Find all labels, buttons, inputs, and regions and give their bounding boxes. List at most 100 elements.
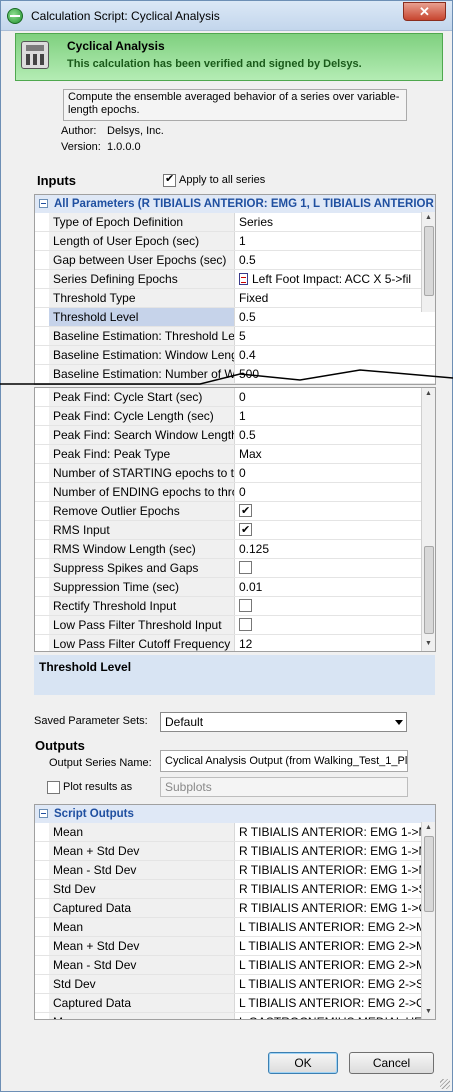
output-row[interactable]: Mean + Std Dev R TIBIALIS ANTERIOR: EMG 1… bbox=[35, 842, 435, 861]
param-row[interactable]: Length of User Epoch (sec) 1 bbox=[35, 232, 435, 251]
output-row[interactable]: Std Dev L TIBIALIS ANTERIOR: EMG 2->Std bbox=[35, 975, 435, 994]
param-value[interactable] bbox=[235, 597, 435, 615]
output-row[interactable]: Std Dev R TIBIALIS ANTERIOR: EMG 1->Std bbox=[35, 880, 435, 899]
output-value[interactable]: R TIBIALIS ANTERIOR: EMG 1->Me bbox=[235, 823, 435, 841]
param-row[interactable]: Number of STARTING epochs to th 0 bbox=[35, 464, 435, 483]
param-row[interactable]: Baseline Estimation: Number of Wi 500 bbox=[35, 365, 435, 384]
param-checkbox[interactable] bbox=[239, 618, 252, 632]
param-row[interactable]: Suppress Spikes and Gaps bbox=[35, 559, 435, 578]
param-value[interactable] bbox=[235, 616, 435, 634]
scroll-thumb[interactable] bbox=[424, 226, 434, 296]
close-button[interactable]: ✕ bbox=[403, 2, 446, 21]
param-name: Peak Find: Cycle Start (sec) bbox=[49, 388, 235, 406]
scroll-thumb[interactable] bbox=[424, 836, 434, 912]
plot-type-dropdown[interactable]: Subplots bbox=[160, 777, 408, 797]
param-row[interactable]: Rectify Threshold Input bbox=[35, 597, 435, 616]
title-bar[interactable]: Calculation Script: Cyclical Analysis ✕ bbox=[1, 1, 452, 31]
output-value[interactable]: R TIBIALIS ANTERIOR: EMG 1->Me bbox=[235, 842, 435, 860]
param-value[interactable]: Series bbox=[235, 213, 435, 231]
output-row[interactable]: Captured Data R TIBIALIS ANTERIOR: EMG 1-… bbox=[35, 899, 435, 918]
param-value[interactable]: 0.5 bbox=[235, 426, 435, 444]
param-row[interactable]: Suppression Time (sec) 0.01 bbox=[35, 578, 435, 597]
param-row[interactable]: Low Pass Filter Threshold Input bbox=[35, 616, 435, 635]
output-value[interactable]: L TIBIALIS ANTERIOR: EMG 2->Me bbox=[235, 918, 435, 936]
cancel-button[interactable]: Cancel bbox=[349, 1052, 434, 1074]
ok-button[interactable]: OK bbox=[268, 1052, 338, 1074]
collapse-icon[interactable] bbox=[39, 199, 48, 209]
param-checkbox[interactable] bbox=[239, 561, 252, 575]
param-checkbox[interactable] bbox=[239, 521, 252, 539]
param-value[interactable]: 0.4 bbox=[235, 346, 435, 364]
param-row[interactable]: Threshold Type Fixed bbox=[35, 289, 435, 308]
param-value[interactable]: 0 bbox=[235, 388, 435, 406]
param-row[interactable]: Peak Find: Search Window Length 0.5 bbox=[35, 426, 435, 445]
collapse-icon[interactable] bbox=[39, 809, 48, 819]
param-value[interactable]: 0 bbox=[235, 483, 435, 501]
param-row[interactable]: Baseline Estimation: Threshold Lev 5 bbox=[35, 327, 435, 346]
output-value[interactable]: R TIBIALIS ANTERIOR: EMG 1->Ca bbox=[235, 899, 435, 917]
output-row[interactable]: Mean R TIBIALIS ANTERIOR: EMG 1->Me bbox=[35, 823, 435, 842]
param-value[interactable]: 0.125 bbox=[235, 540, 435, 558]
param-value[interactable]: 0 bbox=[235, 464, 435, 482]
param-row[interactable]: Baseline Estimation: Window Lengt 0.4 bbox=[35, 346, 435, 365]
scroll-thumb[interactable] bbox=[424, 546, 434, 634]
output-row[interactable]: Mean - Std Dev R TIBIALIS ANTERIOR: EMG 1… bbox=[35, 861, 435, 880]
scroll-up-icon[interactable]: ▲ bbox=[422, 212, 435, 224]
param-value[interactable]: 5 bbox=[235, 327, 435, 345]
param-row[interactable]: RMS Input bbox=[35, 521, 435, 540]
outputs-scrollbar[interactable]: ▲ ▼ bbox=[421, 822, 435, 1019]
param-row[interactable]: Peak Find: Cycle Length (sec) 1 bbox=[35, 407, 435, 426]
param-value[interactable] bbox=[235, 559, 435, 577]
output-value[interactable]: L TIBIALIS ANTERIOR: EMG 2->Me bbox=[235, 956, 435, 974]
param-row[interactable]: Series Defining Epochs Left Foot Impact: … bbox=[35, 270, 435, 289]
output-value[interactable]: L TIBIALIS ANTERIOR: EMG 2->Std bbox=[235, 975, 435, 993]
apply-all-checkbox[interactable] bbox=[163, 172, 176, 187]
param-row[interactable]: RMS Window Length (sec) 0.125 bbox=[35, 540, 435, 559]
output-name-field[interactable]: Cyclical Analysis Output (from Walking_T… bbox=[160, 750, 408, 772]
param-row[interactable]: Number of ENDING epochs to thro 0 bbox=[35, 483, 435, 502]
output-row[interactable]: Mean - Std Dev L TIBIALIS ANTERIOR: EMG 2… bbox=[35, 956, 435, 975]
resize-grip[interactable] bbox=[440, 1079, 450, 1089]
param-row[interactable]: Type of Epoch Definition Series bbox=[35, 213, 435, 232]
script-outputs-header[interactable]: Script Outputs bbox=[35, 805, 435, 823]
parameters-group-header[interactable]: All Parameters (R TIBIALIS ANTERIOR: EMG… bbox=[35, 195, 435, 213]
param-value[interactable]: 0.5 bbox=[235, 251, 435, 269]
param-row[interactable]: Threshold Level 0.5 bbox=[35, 308, 435, 327]
output-value[interactable]: L TIBIALIS ANTERIOR: EMG 2->Cap bbox=[235, 994, 435, 1012]
parameters-scrollbar-bottom[interactable]: ▲ ▼ bbox=[421, 388, 435, 651]
output-row[interactable]: Mean + Std Dev L TIBIALIS ANTERIOR: EMG 2… bbox=[35, 937, 435, 956]
saved-sets-dropdown[interactable]: Default bbox=[160, 712, 407, 732]
param-value[interactable] bbox=[235, 502, 435, 520]
param-value[interactable]: Max bbox=[235, 445, 435, 463]
param-checkbox[interactable] bbox=[239, 502, 252, 520]
param-value[interactable]: 1 bbox=[235, 232, 435, 250]
output-value[interactable]: L TIBIALIS ANTERIOR: EMG 2->Me bbox=[235, 937, 435, 955]
param-value[interactable]: Left Foot Impact: ACC X 5->fil bbox=[235, 270, 435, 288]
scroll-up-icon[interactable]: ▲ bbox=[422, 822, 435, 834]
scroll-down-icon[interactable]: ▼ bbox=[422, 1006, 435, 1018]
output-value[interactable]: L GASTROCNEMIUS MEDIAL HEAD bbox=[235, 1013, 435, 1019]
output-value[interactable]: R TIBIALIS ANTERIOR: EMG 1->Me bbox=[235, 861, 435, 879]
param-row[interactable]: Low Pass Filter Cutoff Frequency (H 12 bbox=[35, 635, 435, 651]
param-value[interactable]: 0.5 bbox=[235, 308, 435, 326]
param-value[interactable]: 1 bbox=[235, 407, 435, 425]
param-value[interactable]: 0.01 bbox=[235, 578, 435, 596]
param-checkbox[interactable] bbox=[239, 599, 252, 613]
param-value[interactable] bbox=[235, 521, 435, 539]
scroll-up-icon[interactable]: ▲ bbox=[422, 388, 435, 400]
scroll-down-icon[interactable]: ▼ bbox=[422, 638, 435, 650]
output-row[interactable]: Captured Data L TIBIALIS ANTERIOR: EMG 2-… bbox=[35, 994, 435, 1013]
parameters-scrollbar-top[interactable]: ▲ bbox=[421, 212, 435, 312]
output-value[interactable]: R TIBIALIS ANTERIOR: EMG 1->Std bbox=[235, 880, 435, 898]
param-value[interactable]: 12 bbox=[235, 635, 435, 651]
param-row[interactable]: Peak Find: Peak Type Max bbox=[35, 445, 435, 464]
output-row[interactable]: Mean L TIBIALIS ANTERIOR: EMG 2->Me bbox=[35, 918, 435, 937]
param-row[interactable]: Remove Outlier Epochs bbox=[35, 502, 435, 521]
param-value[interactable]: 500 bbox=[235, 365, 435, 383]
plot-results-checkbox[interactable] bbox=[47, 781, 60, 794]
param-value[interactable]: Fixed bbox=[235, 289, 435, 307]
param-row[interactable]: Peak Find: Cycle Start (sec) 0 bbox=[35, 388, 435, 407]
param-name: Threshold Type bbox=[49, 289, 235, 307]
output-row[interactable]: Mean L GASTROCNEMIUS MEDIAL HEAD bbox=[35, 1013, 435, 1019]
param-row[interactable]: Gap between User Epochs (sec) 0.5 bbox=[35, 251, 435, 270]
